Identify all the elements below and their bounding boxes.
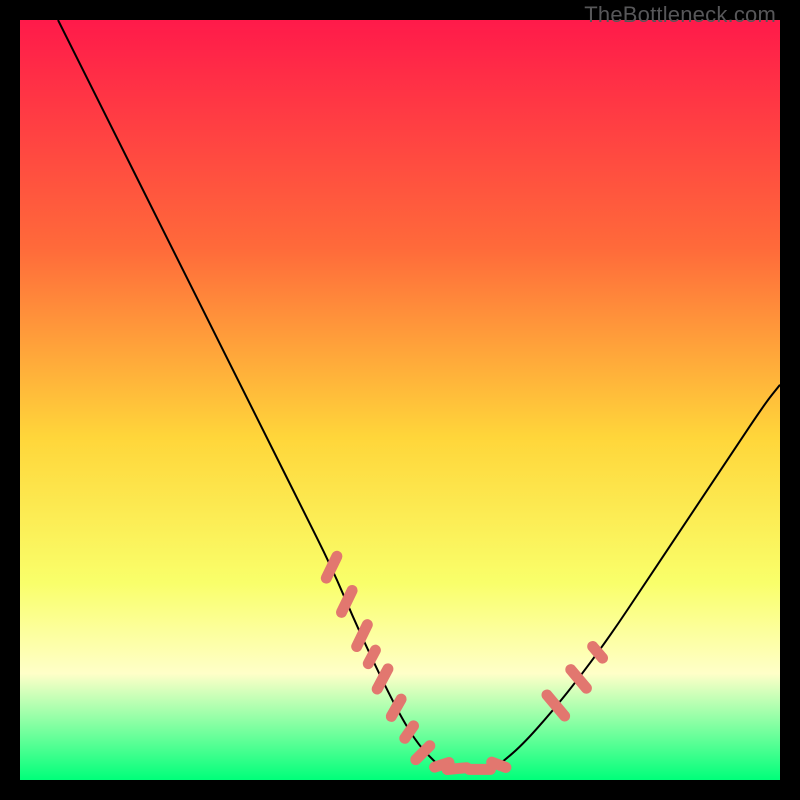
bottleneck-chart bbox=[20, 20, 780, 780]
curve-marker bbox=[405, 726, 414, 738]
gradient-background bbox=[20, 20, 780, 780]
watermark-text: TheBottleneck.com bbox=[584, 2, 776, 28]
chart-frame bbox=[20, 20, 780, 780]
curve-marker bbox=[368, 650, 375, 663]
curve-marker bbox=[593, 647, 603, 659]
curve-marker bbox=[492, 762, 506, 767]
